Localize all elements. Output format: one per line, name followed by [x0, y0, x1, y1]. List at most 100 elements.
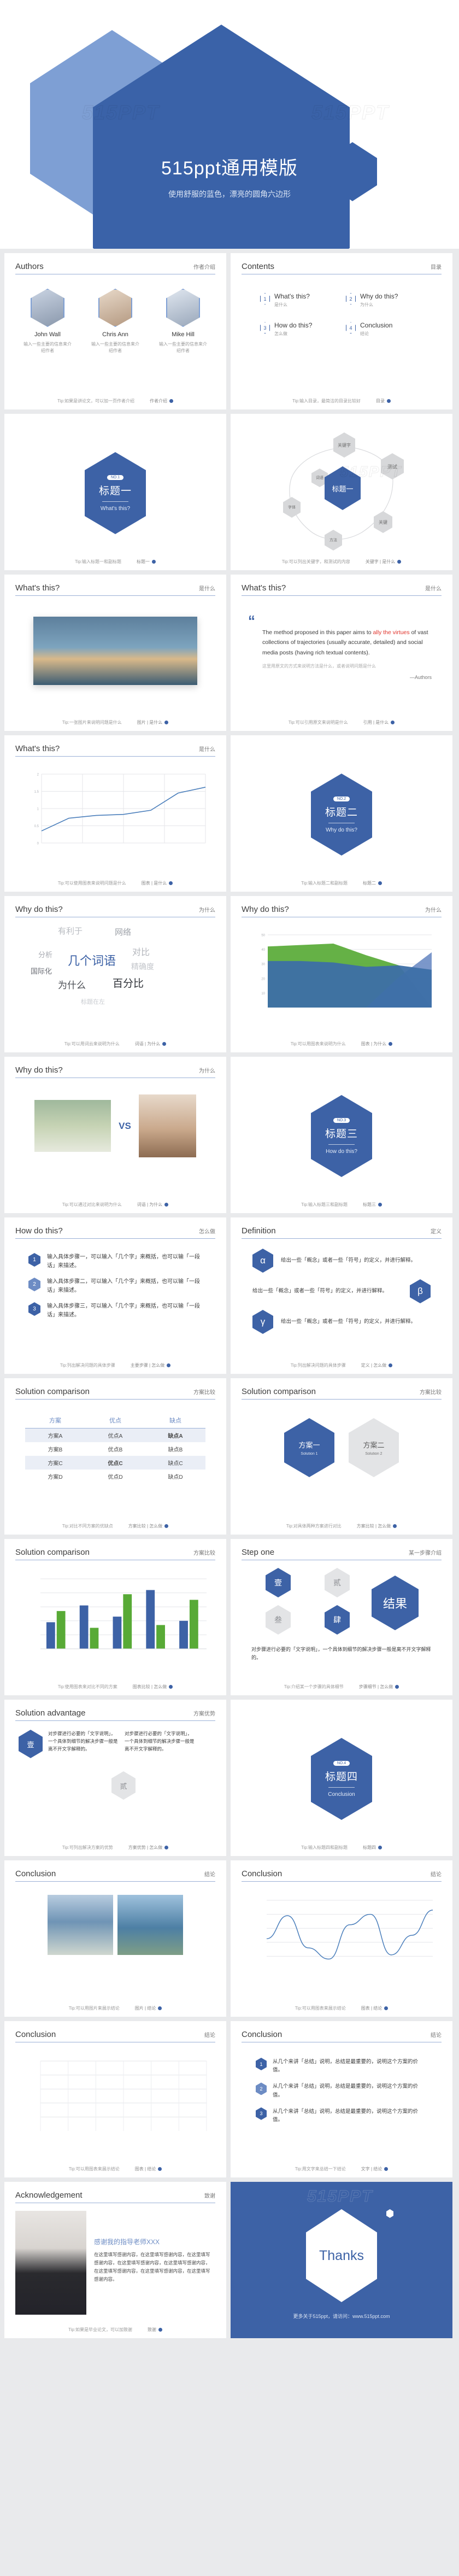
advantage-hex-1: 壹: [19, 1730, 43, 1758]
table-cell: 缺点A: [145, 1428, 205, 1442]
status-badge: 词语 | 为什么: [137, 1202, 169, 1208]
step-number: 3: [28, 1302, 40, 1316]
status-badge: 致谢: [148, 2327, 163, 2333]
slide-header: Contents 目录: [242, 262, 442, 274]
slides-grid: Authors 作者介绍 John Wall 输入一些主要的信息来介绍作者 Ch…: [0, 249, 459, 2338]
table-header: 方案: [49, 1418, 61, 1424]
list-item[interactable]: 3 How do this? 怎么做: [260, 321, 337, 337]
tip-text: Tip:输入标题三和副标题: [301, 1202, 348, 1207]
page-title-zh: 怎么做: [199, 1229, 215, 1235]
table-cell: 优点A: [85, 1428, 145, 1442]
page-title: Solution comparison: [242, 1387, 316, 1396]
slide-whats-this-image[interactable]: What's this? 是什么 Tip:一张图片来说明问题是什么 图片 | 是…: [4, 575, 226, 731]
dot-icon: [164, 721, 169, 724]
definition-text: 给出一些「概念」或者一些「符号」的定义，并进行解释。: [281, 1319, 416, 1325]
greek-symbol-gamma: γ: [252, 1310, 273, 1334]
status-badge: 图表 | 结论: [135, 2166, 162, 2172]
slide-thanks[interactable]: 515PPT Thanks 更多关于515ppt，请访问：www.515ppt.…: [231, 2182, 452, 2338]
slide-header: Why do this? 为什么: [15, 1065, 215, 1078]
advantage-text-2: 对步骤进行必要的「文字说明」，一个具体到细节的解决步骤一般是离不开文字解释的。: [125, 1731, 195, 1752]
slide-body: 方案一 Solution 1 方案二 Solution 2: [242, 1400, 442, 1515]
slide-footer: Tip:输入标题四和副标题 标题四: [242, 1845, 442, 1851]
slide-whats-this-quote[interactable]: What's this? 是什么 “ The method proposed i…: [231, 575, 452, 731]
slide-divider-1[interactable]: NO.1 标题一 What's this? Tip:输入标题一和副标题 标题一: [4, 414, 226, 570]
svg-text:1.5: 1.5: [34, 791, 39, 794]
slide-divider-2[interactable]: NO.2 标题二 Why do this? Tip:输入标题二和副标题 标题二: [231, 735, 452, 892]
greek-symbol-beta: β: [410, 1279, 431, 1303]
slide-conclusion-chart[interactable]: Conclusion 结论 Tip:可以用图表来展示结论 图表 | 结论: [231, 1860, 452, 2017]
section-title: 标题三: [325, 1128, 358, 1140]
page-title-zh: 方案比较: [420, 1390, 442, 1396]
slide-why-wordcloud[interactable]: Why do this? 为什么 有利于 网络 分析 几个词语 对比 精确度 国际化 为什么百…: [4, 896, 226, 1052]
tip-text: Tip:介绍某一个步骤的具体细节: [284, 1684, 344, 1689]
conclusion-number: 2: [256, 2082, 267, 2095]
dot-icon: [384, 2167, 389, 2171]
page-title: Why do this?: [15, 905, 63, 914]
slide-body: 壹 贰 叁 肆 结果 对步骤进行必要的「文字说明」，一个具体到细节的解决步骤一般…: [242, 1560, 442, 1676]
slide-solution-comparison-hex[interactable]: Solution comparison 方案比较 方案一 Solution 1 …: [231, 1378, 452, 1535]
slide-conclusion-text[interactable]: Conclusion 结论 1 从几个来讲「总结」说明，总结是最重要的，说明这个…: [231, 2021, 452, 2177]
slide-solution-advantage[interactable]: Solution advantage 方案优势 壹 对步骤进行必要的「文字说明」…: [4, 1700, 226, 1856]
slide-divider-4[interactable]: NO.4 标题四 Conclusion Tip:输入标题四和副标题 标题四: [231, 1700, 452, 1856]
slide-body: NO.2 标题二 Why do this?: [242, 744, 442, 885]
slide-body: 感谢我的指导老师XXX 在这里填写感谢内容，在这里填写感谢内容，在这里填写感谢内…: [15, 2203, 215, 2319]
page-title: Contents: [242, 262, 275, 271]
table-row: 方案D 优点D 缺点D: [25, 1470, 205, 1483]
conclusion-list: 1 从几个来讲「总结」说明，总结是最重要的，说明这个方案的价值。 2 从几个来讲…: [242, 2042, 442, 2124]
slide-body: [15, 617, 215, 731]
slide-footer: Tip:对比不同方案的优缺点 方案比较 | 怎么做: [15, 1523, 215, 1529]
step-number: 1: [28, 1253, 40, 1267]
slide-header: Definition 定义: [242, 1226, 442, 1239]
slide-why-areachart[interactable]: Why do this? 为什么 10 20 30 40 50 Tip:可以用图表来说明…: [231, 896, 452, 1052]
slide-whats-this-chart[interactable]: What's this? 是什么 0 0.5 1 1.5 2 Tip:可以使用图表来说明…: [4, 735, 226, 892]
tip-text: Tip:可以使用图表来说明问题是什么: [57, 881, 126, 886]
slide-conclusion-blank-chart[interactable]: Conclusion 结论 Tip:可以用图表来展示结论 图表 | 结论: [4, 2021, 226, 2177]
slide-how-do-this[interactable]: How do this? 怎么做 1 输入具体步骤一，可以输入「几个字」来概括，…: [4, 1217, 226, 1374]
slide-why-compare[interactable]: Why do this? 为什么 VS Tip:可以通过对比来说明为什么 词语 …: [4, 1057, 226, 1213]
slide-conclusion-image[interactable]: Conclusion 结论 Tip:可以用图片来展示结论 图片 | 结论: [4, 1860, 226, 2017]
status-badge: 图表 | 结论: [361, 2005, 389, 2011]
contents-label: Conclusion: [360, 321, 393, 330]
section-title: 标题四: [325, 1771, 358, 1783]
dot-icon: [169, 881, 173, 885]
page-title: Conclusion: [15, 2030, 56, 2039]
slide-footer: Tip:输入标题二和副标题 标题二: [242, 880, 442, 886]
table-cell: 方案B: [48, 1447, 63, 1453]
author-name: Mike Hill: [172, 331, 195, 338]
tip-text: Tip:用文字来总结一下结论: [295, 2167, 346, 2171]
list-item[interactable]: 2 Why do this? 为什么: [346, 292, 423, 308]
cloud-word: 百分比: [113, 978, 144, 990]
slide-body: “ The method proposed in this paper aims…: [242, 596, 442, 712]
slide-divider-3[interactable]: NO.3 标题三 How do this? Tip:输入标题三和副标题 标题三: [231, 1057, 452, 1213]
svg-text:2: 2: [37, 774, 39, 777]
slide-acknowledgement[interactable]: Acknowledgement 致谢 感谢我的指导老师XXX 在这里填写感谢内容…: [4, 2182, 226, 2338]
slide-definition[interactable]: Definition 定义 α 给出一些「概念」或者一些「符号」的定义，并进行解…: [231, 1217, 452, 1374]
conclusion-text: 从几个来讲「总结」说明，总结是最重要的，说明这个方案的价值。: [273, 2108, 419, 2123]
slide-authors[interactable]: Authors 作者介绍 John Wall 输入一些主要的信息来介绍作者 Ch…: [4, 253, 226, 409]
list-item[interactable]: 4 Conclusion 结论: [346, 321, 423, 337]
slide-footer: Tip:列出解决问题的具体步骤 主要步骤 | 怎么做: [15, 1362, 215, 1368]
solution-sub: Solution 2: [365, 1452, 382, 1456]
tip-text: Tip:输入目录，最简洁的目录比较好: [292, 399, 361, 403]
slide-solution-comparison-bar[interactable]: Solution comparison 方案比较 Tip:使用图表来对比不同的方…: [4, 1539, 226, 1695]
table-header: 优点: [109, 1418, 121, 1424]
quote-text: The method proposed in this paper aims t…: [248, 628, 432, 658]
section-hexagon: NO.2 标题二 Why do this?: [311, 774, 372, 856]
slide-footer: Tip:使用图表来对比不同的方案 图表比较 | 怎么做: [15, 1684, 215, 1690]
section-subtitle: Conclusion: [328, 1791, 355, 1798]
status-badge: 步骤细节 | 怎么做: [359, 1684, 399, 1690]
page-title-zh: 方案优势: [193, 1711, 215, 1717]
step-hex-result: 结果: [372, 1576, 419, 1630]
slide-contents[interactable]: Contents 目录 1 What's this? 是什么 2 Why do …: [231, 253, 452, 409]
ack-heading: 感谢我的指导老师XXX: [94, 2238, 160, 2246]
contents-label: What's this?: [274, 292, 310, 300]
slide-step-one[interactable]: Step one 某一步骤介绍 壹 贰 叁 肆 结果 对步骤进行必要的「文字说明…: [231, 1539, 452, 1695]
table-cell: 优点C: [85, 1456, 145, 1470]
list-item[interactable]: 1 What's this? 是什么: [260, 292, 337, 308]
slide-solution-comparison-table[interactable]: Solution comparison 方案比较 方案 优点 缺点 方案A 优点A 缺点A…: [4, 1378, 226, 1535]
table-cell: 方案C: [25, 1456, 85, 1470]
page-title-zh: 定义: [431, 1229, 442, 1235]
dot-icon: [158, 2328, 163, 2332]
thanks-footer: 更多关于515ppt，请访问：www.515ppt.com: [293, 2314, 390, 2319]
slide-hex-network[interactable]: 关键字 测试 词语 字体 关键 方法 标题一 515PPT Tip:可以列出关键…: [231, 414, 452, 570]
